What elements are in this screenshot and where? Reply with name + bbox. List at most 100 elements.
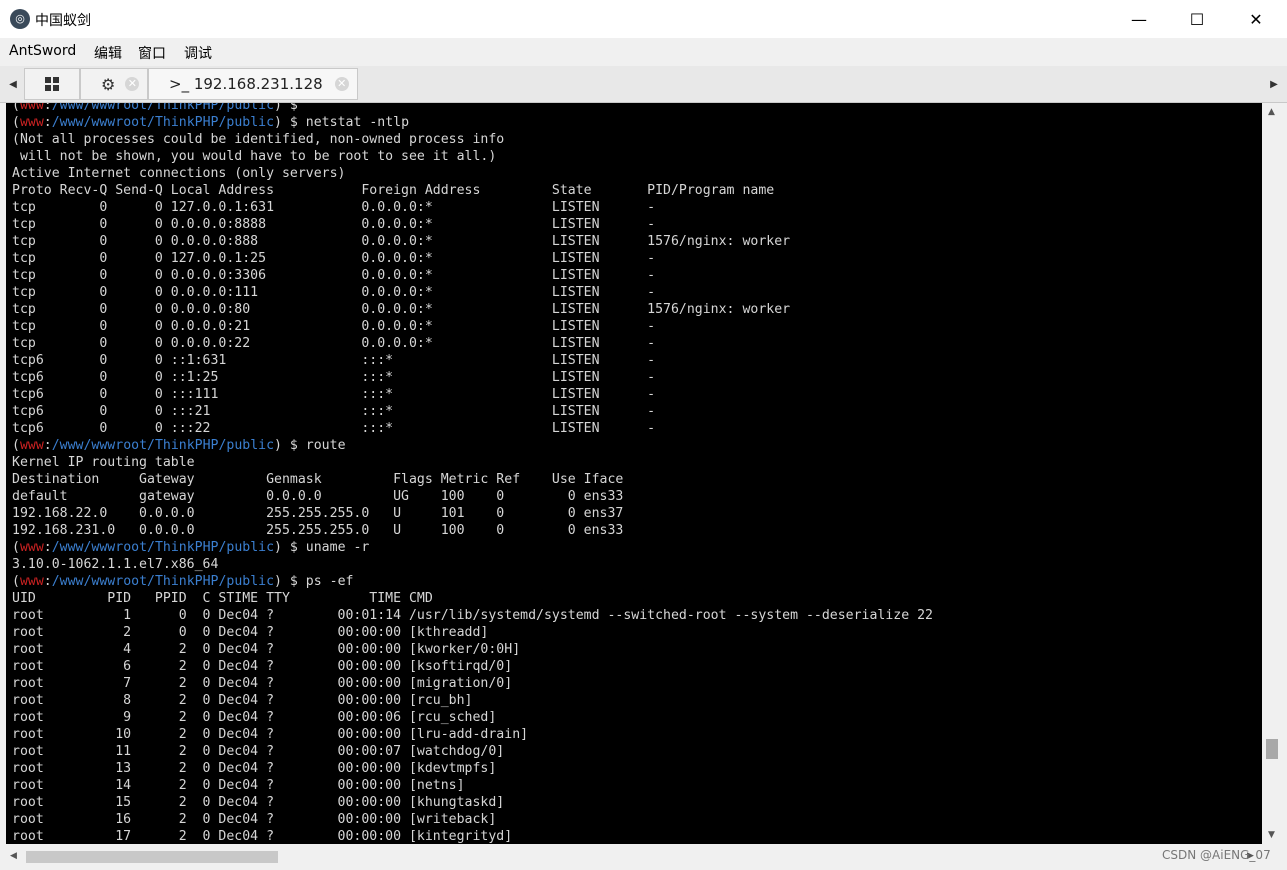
terminal-prompt-line: (www:/www/wwwroot/ThinkPHP/public) $ net… [12,114,933,131]
terminal-prompt-line: (www:/www/wwwroot/ThinkPHP/public) $ ps … [12,573,933,590]
terminal-output-line: Active Internet connections (only server… [12,166,346,181]
prompt-user: www [19,103,44,113]
prompt-colon: : [43,103,52,113]
prompt-paren: ( [12,540,20,555]
terminal-output-line: Destination Gateway Genmask Flags Metric… [12,472,624,487]
terminal-output-line: root 10 2 0 Dec04 ? 00:00:00 [lru-add-dr… [12,727,529,742]
terminal-output-line: tcp 0 0 127.0.0.1:25 0.0.0.0:* LISTEN - [12,251,656,266]
prompt-paren: ( [12,103,20,113]
prompt-path: /www/wwwroot/ThinkPHP/public [51,540,275,555]
menu-bar: AntSword 编辑 窗口 调试 [0,38,1287,66]
terminal-prompt-line: (www:/www/wwwroot/ThinkPHP/public) $ rou… [12,437,933,454]
antsword-logo-icon: ◎ [10,9,30,29]
prompt-colon: : [43,438,52,453]
tab-settings-close-icon[interactable]: ✕ [125,77,140,91]
prompt-command: ) $ netstat -ntlp [274,115,410,130]
terminal-output-line: tcp6 0 0 :::111 :::* LISTEN - [12,387,656,402]
terminal-output-line: root 1 0 0 Dec04 ? 00:01:14 /usr/lib/sys… [12,608,933,623]
menu-window[interactable]: 窗口 [138,43,166,63]
prompt-path: /www/wwwroot/ThinkPHP/public [51,574,275,589]
maximize-button[interactable]: ☐ [1168,0,1226,38]
window-title: 中国蚁剑 [35,13,91,29]
menu-antsword[interactable]: AntSword [9,43,76,59]
prompt-user: www [19,540,44,555]
terminal-output-line: root 2 0 0 Dec04 ? 00:00:00 [kthreadd] [12,625,489,640]
terminal-output-line: root 13 2 0 Dec04 ? 00:00:00 [kdevtmpfs] [12,761,497,776]
close-icon: ✕ [1249,9,1263,29]
horizontal-scroll-thumb[interactable] [26,851,278,863]
maximize-icon: ☐ [1189,9,1205,29]
tab-home[interactable] [24,68,80,100]
prompt-path: /www/wwwroot/ThinkPHP/public [51,103,275,113]
terminal-output-line: 192.168.22.0 0.0.0.0 255.255.255.0 U 101… [12,506,624,521]
terminal-output-line: tcp 0 0 0.0.0.0:3306 0.0.0.0:* LISTEN - [12,268,656,283]
vertical-scroll-thumb[interactable] [1266,739,1278,759]
terminal-output-line: tcp6 0 0 ::1:25 :::* LISTEN - [12,370,656,385]
terminal-output-line: UID PID PPID C STIME TTY TIME CMD [12,591,433,606]
prompt-user: www [19,438,44,453]
tab-shell-close-icon[interactable]: ✕ [334,77,349,91]
scroll-down-icon[interactable]: ▼ [1268,830,1275,840]
terminal-output-line: tcp 0 0 127.0.0.1:631 0.0.0.0:* LISTEN - [12,200,656,215]
terminal[interactable]: (www:/www/wwwroot/ThinkPHP/public) $ (ww… [6,103,1262,844]
minimize-button[interactable]: — [1110,0,1168,38]
prompt-command: ) $ ps -ef [274,574,354,589]
title-bar: ◎ 中国蚁剑 — ☐ ✕ [0,0,1287,38]
terminal-output-line: tcp 0 0 0.0.0.0:111 0.0.0.0:* LISTEN - [12,285,656,300]
terminal-output-line: tcp 0 0 0.0.0.0:80 0.0.0.0:* LISTEN 1576… [12,302,791,317]
prompt-colon: : [43,540,52,555]
scroll-left-icon[interactable]: ◀ [10,851,17,861]
terminal-output: (www:/www/wwwroot/ThinkPHP/public) $ (ww… [12,103,933,844]
terminal-output-line: root 7 2 0 Dec04 ? 00:00:00 [migration/0… [12,676,513,691]
prompt-path: /www/wwwroot/ThinkPHP/public [51,115,275,130]
prompt-colon: : [43,574,52,589]
gear-icon: ⚙ [101,74,116,94]
prompt-user: www [19,574,44,589]
terminal-prompt-line: (www:/www/wwwroot/ThinkPHP/public) $ [12,103,933,114]
terminal-output-line: root 8 2 0 Dec04 ? 00:00:00 [rcu_bh] [12,693,473,708]
tab-scroll-right-icon[interactable]: ▶ [1267,66,1281,102]
close-button[interactable]: ✕ [1227,0,1285,38]
terminal-output-line: (Not all processes could be identified, … [12,132,505,147]
terminal-output-line: tcp 0 0 0.0.0.0:8888 0.0.0.0:* LISTEN - [12,217,656,232]
terminal-output-line: tcp6 0 0 :::22 :::* LISTEN - [12,421,656,436]
tab-bar: ⚙ ✕ >_ 192.168.231.128 ✕ [0,66,1287,103]
prompt-command: ) $ uname -r [274,540,370,555]
watermark: CSDN @AiENG_07 [1162,848,1271,862]
prompt-command: ) $ [274,103,306,113]
prompt-command: ) $ route [274,438,346,453]
prompt-colon: : [43,115,52,130]
terminal-output-line: tcp6 0 0 ::1:631 :::* LISTEN - [12,353,656,368]
terminal-prompt-line: (www:/www/wwwroot/ThinkPHP/public) $ una… [12,539,933,556]
menu-debug[interactable]: 调试 [184,43,212,63]
vertical-scrollbar[interactable]: ▲ ▼ [1263,103,1281,844]
minimize-icon: — [1131,9,1147,29]
terminal-output-line: root 11 2 0 Dec04 ? 00:00:07 [watchdog/0… [12,744,505,759]
terminal-output-line: root 9 2 0 Dec04 ? 00:00:06 [rcu_sched] [12,710,497,725]
prompt-paren: ( [12,115,20,130]
prompt-path: /www/wwwroot/ThinkPHP/public [51,438,275,453]
prompt-paren: ( [12,438,20,453]
terminal-output-line: tcp 0 0 0.0.0.0:888 0.0.0.0:* LISTEN 157… [12,234,791,249]
terminal-output-line: root 17 2 0 Dec04 ? 00:00:00 [kintegrity… [12,829,513,844]
prompt-paren: ( [12,574,20,589]
terminal-output-line: root 14 2 0 Dec04 ? 00:00:00 [netns] [12,778,465,793]
horizontal-scrollbar[interactable]: ◀ ▶ [6,846,1263,868]
terminal-output-line: tcp 0 0 0.0.0.0:22 0.0.0.0:* LISTEN - [12,336,656,351]
scroll-up-icon[interactable]: ▲ [1268,107,1275,117]
tab-shell-label: >_ 192.168.231.128 [169,75,323,93]
terminal-output-line: tcp 0 0 0.0.0.0:21 0.0.0.0:* LISTEN - [12,319,656,334]
terminal-output-line: Proto Recv-Q Send-Q Local Address Foreig… [12,183,775,198]
terminal-output-line: default gateway 0.0.0.0 UG 100 0 0 ens33 [12,489,624,504]
terminal-output-line: root 15 2 0 Dec04 ? 00:00:00 [khungtaskd… [12,795,505,810]
tab-shell[interactable]: >_ 192.168.231.128 ✕ [148,68,358,100]
menu-edit[interactable]: 编辑 [94,43,122,63]
terminal-output-line: tcp6 0 0 :::21 :::* LISTEN - [12,404,656,419]
terminal-output-line: root 6 2 0 Dec04 ? 00:00:00 [ksoftirqd/0… [12,659,513,674]
prompt-user: www [19,115,44,130]
tab-settings[interactable]: ⚙ ✕ [80,68,148,100]
terminal-output-line: will not be shown, you would have to be … [12,149,497,164]
terminal-output-line: 3.10.0-1062.1.1.el7.x86_64 [12,557,219,572]
terminal-output-line: Kernel IP routing table [12,455,195,470]
tab-scroll-left-icon[interactable]: ◀ [6,66,20,102]
